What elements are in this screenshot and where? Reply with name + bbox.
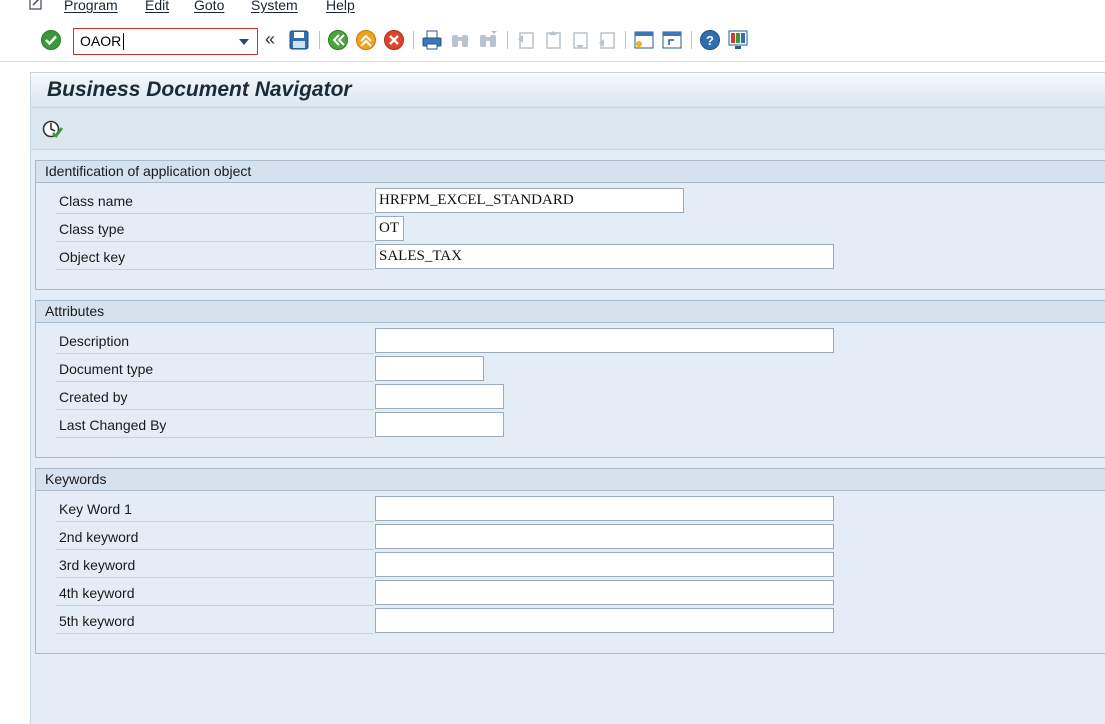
keyword-3-field[interactable]: [375, 552, 834, 577]
application-toolbar: [31, 108, 1105, 150]
group-keywords: Keywords Key Word 1 2nd keyword 3rd keyw…: [35, 468, 1105, 654]
row-divider: [56, 633, 374, 634]
object-key-field[interactable]: SALES_TAX: [375, 244, 834, 269]
execute-icon[interactable]: [41, 118, 63, 140]
keyword-5-label: 5th keyword: [59, 613, 135, 629]
chevron-down-icon[interactable]: [239, 39, 249, 45]
first-page-icon[interactable]: [515, 29, 537, 51]
menu-system[interactable]: System: [251, 0, 298, 13]
row-divider: [56, 437, 374, 438]
customize-layout-icon[interactable]: [727, 29, 749, 51]
next-page-icon[interactable]: [569, 29, 591, 51]
last-page-icon[interactable]: [596, 29, 618, 51]
row-divider: [56, 213, 374, 214]
keyword-4-field[interactable]: [375, 580, 834, 605]
print-icon[interactable]: [421, 29, 443, 51]
keyword-2-field[interactable]: [375, 524, 834, 549]
row-divider: [56, 381, 374, 382]
row-divider: [56, 605, 374, 606]
created-by-field[interactable]: [375, 384, 504, 409]
main-panel: Business Document Navigator Identificati…: [30, 72, 1105, 724]
command-field-value: OAOR: [80, 33, 122, 49]
text-caret: [123, 33, 124, 50]
class-type-field[interactable]: OT: [375, 216, 404, 241]
previous-page-icon[interactable]: [542, 29, 564, 51]
toolbar-separator: [691, 31, 692, 49]
menu-bar: Program Edit Goto System Help: [0, 0, 1105, 18]
row-divider: [56, 521, 374, 522]
keyword-2-label: 2nd keyword: [59, 529, 139, 545]
keyword-4-label: 4th keyword: [59, 585, 135, 601]
create-session-icon[interactable]: [633, 29, 655, 51]
toolbar-separator: [507, 31, 508, 49]
keyword-1-label: Key Word 1: [59, 501, 132, 517]
created-by-label: Created by: [59, 389, 128, 405]
menu-document-icon[interactable]: [27, 0, 45, 11]
row-divider: [56, 409, 374, 410]
description-label: Description: [59, 333, 130, 349]
group-identification-header: Identification of application object: [36, 161, 1105, 183]
group-keywords-header: Keywords: [36, 469, 1105, 491]
find-icon[interactable]: [449, 29, 471, 51]
cancel-icon[interactable]: [383, 29, 405, 51]
toolbar-separator: [319, 31, 320, 49]
row-divider: [56, 577, 374, 578]
row-divider: [56, 549, 374, 550]
toolbar-separator: [625, 31, 626, 49]
toolbar-separator: [413, 31, 414, 49]
description-field[interactable]: [375, 328, 834, 353]
last-changed-by-label: Last Changed By: [59, 417, 167, 433]
row-divider: [56, 269, 374, 270]
menu-edit[interactable]: Edit: [145, 0, 169, 13]
row-divider: [56, 353, 374, 354]
help-icon[interactable]: ?: [699, 29, 721, 51]
back-icon[interactable]: [327, 29, 349, 51]
command-field[interactable]: OAOR: [73, 28, 258, 55]
document-type-label: Document type: [59, 361, 154, 377]
title-bar: Business Document Navigator: [31, 72, 1105, 108]
shortcut-icon[interactable]: [661, 29, 683, 51]
group-attributes: Attributes Description Document type Cre…: [35, 300, 1105, 458]
menu-help[interactable]: Help: [326, 0, 355, 13]
document-type-field[interactable]: [375, 356, 484, 381]
left-gutter: [0, 62, 30, 724]
row-divider: [56, 241, 374, 242]
exit-icon[interactable]: [355, 29, 377, 51]
enter-check-icon[interactable]: [40, 29, 62, 51]
save-icon[interactable]: [288, 29, 310, 51]
page-title: Business Document Navigator: [47, 78, 352, 101]
collapse-command-icon[interactable]: «: [265, 29, 275, 49]
last-changed-by-field[interactable]: [375, 412, 504, 437]
class-name-label: Class name: [59, 193, 133, 209]
group-identification: Identification of application object Cla…: [35, 160, 1105, 290]
find-next-icon[interactable]: [477, 29, 499, 51]
system-toolbar: OAOR « ?: [0, 18, 1105, 62]
keyword-3-label: 3rd keyword: [59, 557, 136, 573]
svg-text:?: ?: [706, 33, 714, 48]
keyword-1-field[interactable]: [375, 496, 834, 521]
object-key-label: Object key: [59, 249, 126, 265]
menu-goto[interactable]: Goto: [194, 0, 224, 13]
class-name-field[interactable]: HRFPM_EXCEL_STANDARD: [375, 188, 684, 213]
group-attributes-header: Attributes: [36, 301, 1105, 323]
keyword-5-field[interactable]: [375, 608, 834, 633]
menu-program[interactable]: Program: [64, 0, 118, 13]
class-type-label: Class type: [59, 221, 125, 237]
